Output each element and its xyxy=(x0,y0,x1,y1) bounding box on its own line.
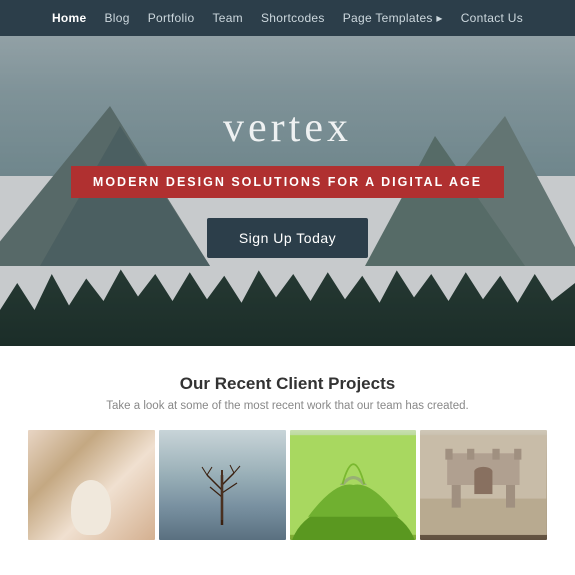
hill-svg xyxy=(290,430,417,540)
section-title: Our Recent Client Projects xyxy=(20,374,555,394)
hero-content: vertex MODERN DESIGN SOLUTIONS FOR A DIG… xyxy=(71,104,504,258)
nav-home[interactable]: Home xyxy=(52,11,87,25)
hero-section: vertex MODERN DESIGN SOLUTIONS FOR A DIG… xyxy=(0,36,575,346)
hero-subtitle: MODERN DESIGN SOLUTIONS FOR A DIGITAL AG… xyxy=(71,166,504,198)
nav-portfolio[interactable]: Portfolio xyxy=(148,11,195,25)
hero-title: vertex xyxy=(223,104,352,152)
signup-button[interactable]: Sign Up Today xyxy=(207,218,368,258)
portfolio-item-1[interactable] xyxy=(28,430,155,540)
nav-shortcodes[interactable]: Shortcodes xyxy=(261,11,325,25)
portfolio-item-4[interactable] xyxy=(420,430,547,540)
castle-svg xyxy=(420,430,547,540)
nav-contact[interactable]: Contact Us xyxy=(461,11,523,25)
projects-section: Our Recent Client Projects Take a look a… xyxy=(0,346,575,556)
tree-svg xyxy=(192,455,252,525)
navigation: Home Blog Portfolio Team Shortcodes Page… xyxy=(0,0,575,36)
nav-page-templates[interactable]: Page Templates ▸ xyxy=(343,11,443,25)
section-subtitle: Take a look at some of the most recent w… xyxy=(20,400,555,412)
portfolio-item-2[interactable] xyxy=(159,430,286,540)
nav-blog[interactable]: Blog xyxy=(104,11,129,25)
portfolio-item-3[interactable] xyxy=(290,430,417,540)
portfolio-grid xyxy=(20,430,555,540)
nav-team[interactable]: Team xyxy=(212,11,243,25)
